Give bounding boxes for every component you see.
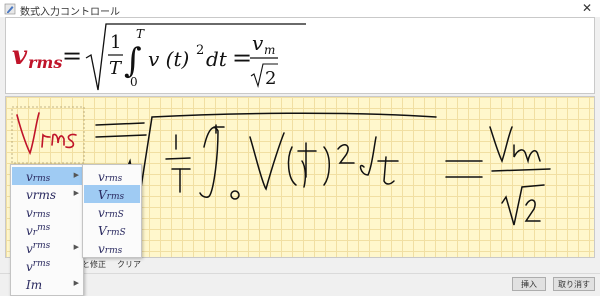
ink-formula [95, 112, 551, 226]
candidate-menu-item[interactable]: Im ▶ [12, 275, 82, 293]
pencil-icon [4, 2, 16, 15]
preview-rhs-num-sub: m [264, 43, 275, 57]
insert-button[interactable]: 挿入 [512, 277, 546, 291]
candidate-submenu-item[interactable]: vrms [84, 167, 140, 185]
candidate-subscript: rms [106, 192, 125, 202]
candidate-menu-item[interactable]: vrms [12, 257, 82, 275]
candidate-submenu-item[interactable]: vrms [84, 239, 140, 257]
bottom-bar: 挿入 取り消す [0, 273, 600, 295]
candidate-submenu-item-label: Vrms [98, 188, 124, 202]
candidate-base: v [98, 206, 105, 220]
submenu-arrow-icon: ▶ [73, 279, 79, 287]
window-title: 数式入力コントロール [20, 7, 120, 18]
candidate-submenu-item-label: vrms [98, 170, 122, 184]
preview-dt: dt [206, 47, 228, 71]
preview-lhs-sub: rms [28, 53, 62, 72]
candidate-subscript: rms [104, 174, 123, 184]
preview-frac-den: T [109, 58, 123, 79]
preview-power: 2 [196, 43, 204, 58]
candidate-superscript: ms [37, 223, 51, 233]
candidate-menu-item[interactable]: vrms ▶ [12, 167, 82, 185]
candidate-base: v [98, 242, 105, 256]
preview-int-upper: T [136, 27, 145, 41]
candidate-base: v [98, 170, 105, 184]
candidate-base: V [98, 224, 107, 238]
ink-vrms [16, 112, 77, 156]
close-icon[interactable]: ✕ [580, 0, 594, 16]
preview-equals2: = [232, 44, 252, 72]
candidate-submenu-item[interactable]: VrmS [84, 221, 140, 239]
candidate-menu-item[interactable]: vrms [12, 203, 82, 221]
candidate-menu-item-label: vrms [26, 170, 50, 184]
candidate-menu-item[interactable]: vrms ▶ [12, 239, 82, 257]
candidate-subscript: rms [32, 174, 51, 184]
preview-frac-num: 1 [110, 32, 121, 53]
candidate-submenu-item[interactable]: Vrms [84, 185, 140, 203]
formula-preview: v rms = 1 T ∫ T 0 v (t) 2 dt = v m 2 [5, 17, 595, 94]
candidate-menu-item-label: vrms [26, 241, 51, 256]
candidate-superscript: rms [32, 259, 51, 269]
candidate-menu-item-label: vrms [26, 206, 50, 220]
candidate-subscript: rms [104, 246, 123, 256]
candidate-base: v [26, 224, 33, 238]
candidate-submenu-item-label: vrms [98, 242, 122, 256]
candidate-menu-item-label: vrms [26, 223, 51, 238]
candidate-menu-item-label: vrms [26, 188, 56, 202]
clear-button[interactable]: クリア [117, 259, 141, 270]
candidate-submenu-item[interactable]: vrmS [84, 203, 140, 221]
candidate-menu-item-label: Im [26, 278, 42, 292]
preview-int-lower: 0 [130, 75, 138, 89]
correct-button[interactable]: と修正 [82, 259, 106, 270]
preview-integrand: v (t) [148, 47, 189, 71]
candidate-menu-item[interactable]: vrms [12, 221, 82, 239]
candidate-submenu: vrms Vrms vrmS VrmS vrms [82, 164, 142, 258]
submenu-arrow-icon: ▶ [73, 171, 79, 179]
candidate-base: v [26, 170, 33, 184]
candidate-submenu-item-label: VrmS [98, 224, 126, 238]
candidate-base: V [98, 188, 107, 202]
title-bar: 数式入力コントロール ✕ [0, 0, 600, 18]
submenu-arrow-icon: ▶ [73, 189, 79, 197]
candidate-base: vrms [26, 188, 57, 202]
candidate-menu: vrms ▶ vrms ▶ vrms vrms vrms ▶ vrms Im ▶ [10, 164, 84, 296]
candidate-base: v [26, 260, 33, 274]
candidate-base: v [26, 206, 33, 220]
submenu-arrow-icon: ▶ [73, 243, 79, 251]
preview-rhs-num-base: v [252, 31, 264, 55]
preview-equals: = [62, 42, 82, 70]
candidate-subscript: rmS [106, 228, 126, 238]
preview-lhs-base: v [12, 41, 28, 71]
candidate-menu-item[interactable]: vrms ▶ [12, 185, 82, 203]
candidate-subscript: rmS [104, 210, 124, 220]
preview-rhs-den: 2 [265, 68, 276, 89]
cancel-button[interactable]: 取り消す [553, 277, 595, 291]
candidate-superscript: rms [32, 241, 51, 251]
candidate-subscript: rms [32, 210, 51, 220]
candidate-menu-item-label: vrms [26, 259, 51, 274]
candidate-submenu-item-label: vrmS [98, 206, 124, 220]
candidate-base: Im [26, 278, 43, 292]
candidate-base: v [26, 242, 33, 256]
